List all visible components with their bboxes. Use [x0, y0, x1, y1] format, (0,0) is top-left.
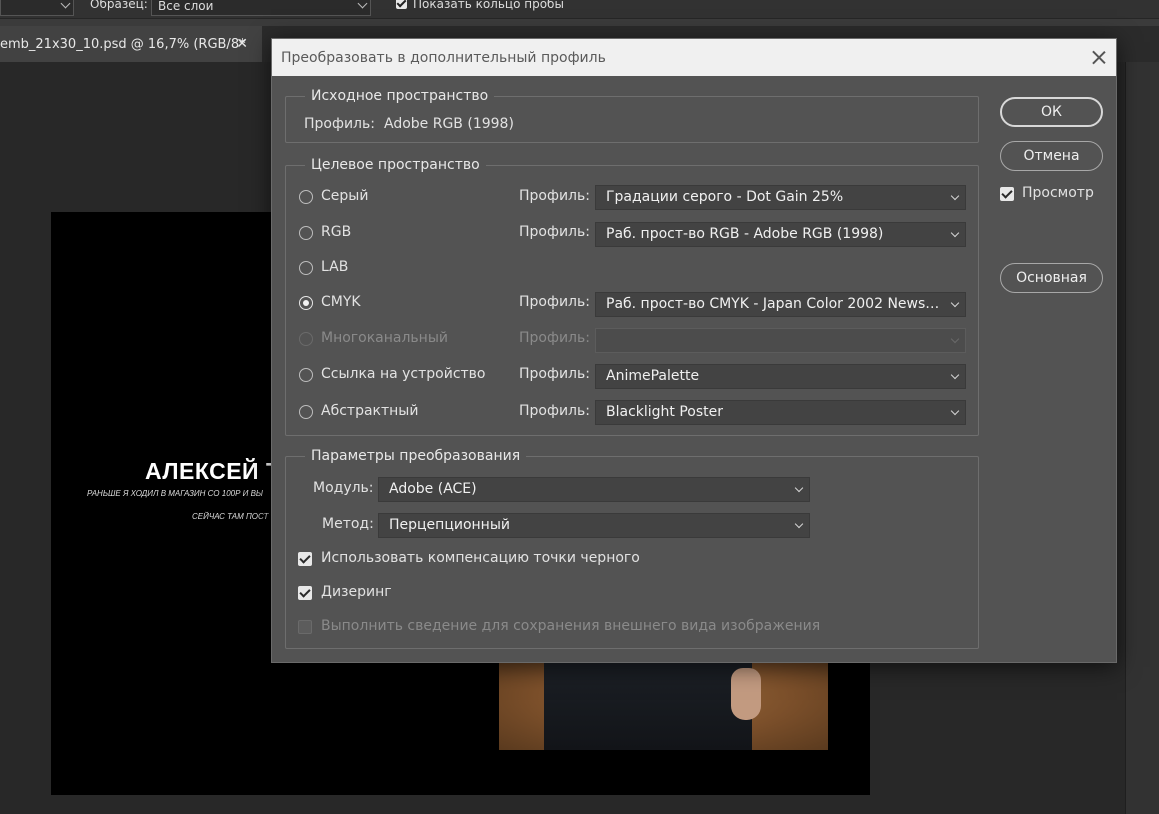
abstract-profile-label: Профиль: [519, 403, 590, 419]
multichannel-label: Многоканальный [321, 330, 448, 346]
flatten-checkbox [298, 620, 312, 634]
sample-select-value: Все слои [158, 0, 214, 13]
convert-profile-dialog: Преобразовать в дополнительный профиль И… [271, 38, 1117, 663]
dialog-titlebar: Преобразовать в дополнительный профиль [272, 39, 1116, 76]
canvas-heading: АЛЕКСЕЙ Т [145, 458, 281, 484]
chevron-down-icon [357, 0, 368, 9]
rgb-profile-value: Раб. прост-во RGB - Adobe RGB (1998) [606, 226, 884, 242]
chevron-down-icon [950, 406, 960, 416]
device-link-profile-select[interactable]: AnimePalette [595, 364, 966, 389]
ok-button[interactable]: ОК [1000, 97, 1103, 127]
abstract-profile-select[interactable]: Blacklight Poster [595, 400, 966, 425]
source-space-legend: Исходное пространство [311, 88, 489, 104]
source-profile-value: Adobe RGB (1998) [384, 116, 514, 132]
dialog-title: Преобразовать в дополнительный профиль [281, 50, 606, 66]
cmyk-profile-select[interactable]: Раб. прост-во CMYK - Japan Color 2002 Ne… [595, 292, 966, 317]
module-value: Adobe (ACE) [389, 481, 477, 497]
gray-profile-label: Профиль: [519, 188, 590, 204]
chevron-down-icon [950, 334, 960, 344]
sample-label: Образец: [90, 0, 148, 11]
abstract-label: Абстрактный [321, 403, 419, 419]
gray-profile-select[interactable]: Градации серого - Dot Gain 25% [595, 185, 966, 210]
close-tab-icon[interactable]: ✕ [236, 26, 248, 62]
device-link-profile-label: Профиль: [519, 366, 590, 382]
device-link-label: Ссылка на устройство [321, 366, 486, 382]
document-tab-title: emb_21x30_10.psd @ 16,7% (RGB/8* [0, 37, 246, 52]
dither-checkbox[interactable] [298, 586, 312, 600]
options-bar: Образец: Все слои Показать кольцо пробы [0, 0, 1159, 19]
rgb-label: RGB [321, 224, 352, 240]
radio-lab[interactable] [299, 261, 313, 275]
gray-label: Серый [321, 188, 369, 204]
show-ring-label: Показать кольцо пробы [413, 0, 564, 11]
canvas-text-line-2: СЕЙЧАС ТАМ ПОСТ [192, 512, 269, 521]
rgb-profile-label: Профиль: [519, 224, 590, 240]
multichannel-profile-label: Профиль: [519, 330, 590, 346]
dither-label: Дизеринг [321, 584, 392, 600]
black-point-checkbox[interactable] [298, 552, 312, 566]
abstract-profile-value: Blacklight Poster [606, 404, 724, 420]
sample-size-select[interactable] [0, 0, 74, 16]
chevron-down-icon [950, 370, 960, 380]
chevron-down-icon [60, 0, 71, 9]
photo-figure [544, 662, 752, 750]
chevron-down-icon [950, 191, 960, 201]
canvas-text-line-1: РАНЬШЕ Я ХОДИЛ В МАГАЗИН СО 100Р И ВЫ [87, 489, 264, 498]
device-link-profile-value: AnimePalette [606, 368, 700, 384]
module-select[interactable]: Adobe (ACE) [378, 477, 810, 502]
chevron-down-icon [950, 228, 960, 238]
flatten-label: Выполнить сведение для сохранения внешне… [321, 618, 821, 634]
rgb-profile-select[interactable]: Раб. прост-во RGB - Adobe RGB (1998) [595, 222, 966, 247]
radio-abstract[interactable] [299, 405, 313, 419]
radio-gray[interactable] [299, 190, 313, 204]
preview-label: Просмотр [1022, 185, 1094, 201]
method-select[interactable]: Перцепционный [378, 513, 810, 538]
lab-label: LAB [321, 259, 349, 275]
cancel-button[interactable]: Отмена [1000, 141, 1103, 171]
close-icon[interactable] [1092, 50, 1106, 64]
source-profile-label: Профиль: [304, 116, 375, 132]
black-point-label: Использовать компенсацию точки черного [321, 550, 640, 566]
photo-hand [731, 668, 761, 720]
target-space-legend: Целевое пространство [311, 157, 480, 173]
vertical-scrollbar[interactable] [1125, 62, 1159, 814]
sample-select[interactable]: Все слои [151, 0, 371, 16]
cmyk-profile-label: Профиль: [519, 294, 590, 310]
radio-cmyk[interactable] [299, 296, 313, 310]
radio-device-link[interactable] [299, 368, 313, 382]
chevron-down-icon [794, 483, 804, 493]
preview-checkbox[interactable] [1000, 187, 1014, 201]
multichannel-profile-select [595, 328, 966, 353]
radio-multichannel [299, 332, 313, 346]
conversion-options-legend: Параметры преобразования [311, 448, 521, 464]
module-label: Модуль: [313, 480, 374, 496]
method-label: Метод: [322, 516, 374, 532]
method-value: Перцепционный [389, 517, 510, 533]
canvas-photo [499, 662, 828, 750]
gray-profile-value: Градации серого - Dot Gain 25% [606, 189, 844, 205]
show-ring-checkbox[interactable] [396, 0, 407, 9]
advanced-button[interactable]: Основная [1000, 263, 1103, 293]
radio-rgb[interactable] [299, 226, 313, 240]
cmyk-profile-value: Раб. прост-во CMYK - Japan Color 2002 Ne… [606, 296, 966, 312]
document-tab[interactable]: emb_21x30_10.psd @ 16,7% (RGB/8* ✕ [0, 26, 262, 62]
chevron-down-icon [794, 519, 804, 529]
cmyk-label: CMYK [321, 294, 361, 310]
